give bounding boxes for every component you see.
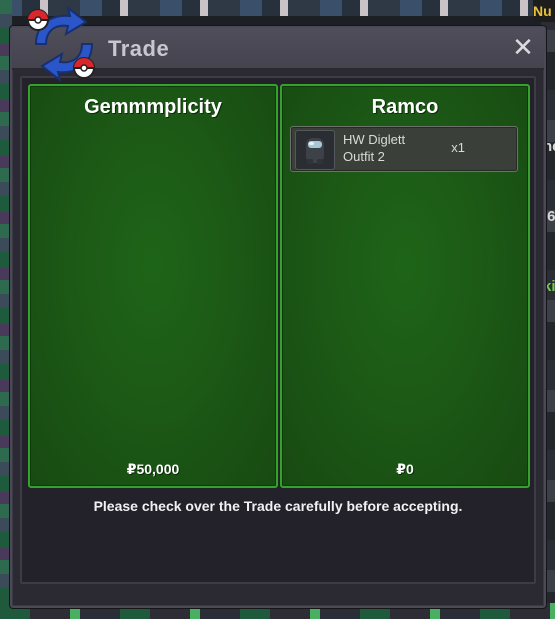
- trader-panel-right: Ramco HW Diglett Outfit 2 x1 ₽0: [280, 84, 530, 488]
- item-name-line: Outfit 2: [343, 149, 385, 164]
- item-name: HW Diglett Outfit 2: [343, 131, 443, 165]
- trade-item-slot[interactable]: HW Diglett Outfit 2 x1: [290, 126, 518, 172]
- trade-exchange-icon: [22, 4, 106, 84]
- item-quantity: x1: [451, 140, 465, 155]
- trader-money: ₽0: [396, 461, 414, 477]
- trader-name: Gemmmplicity: [84, 96, 222, 118]
- item-name-line: HW Diglett: [343, 132, 406, 147]
- close-button[interactable]: ✕: [510, 34, 536, 60]
- trader-money: ₽50,000: [126, 461, 180, 477]
- game-screen: Nu ne i6 ki Trade ✕ Gemmmplicity ₽50,000…: [0, 0, 555, 619]
- trade-content: Gemmmplicity ₽50,000 Ramco HW Diglett Ou…: [20, 76, 536, 584]
- trader-name: Ramco: [371, 96, 439, 118]
- trade-notice: Please check over the Trade carefully be…: [93, 498, 463, 514]
- trader-panel-left: Gemmmplicity ₽50,000: [28, 84, 278, 488]
- background-player-name: Nu: [533, 0, 555, 22]
- trade-window: Trade ✕ Gemmmplicity ₽50,000 Ramco HW Di…: [10, 5, 546, 608]
- outfit-icon: [295, 130, 335, 170]
- window-title: Trade: [108, 36, 170, 61]
